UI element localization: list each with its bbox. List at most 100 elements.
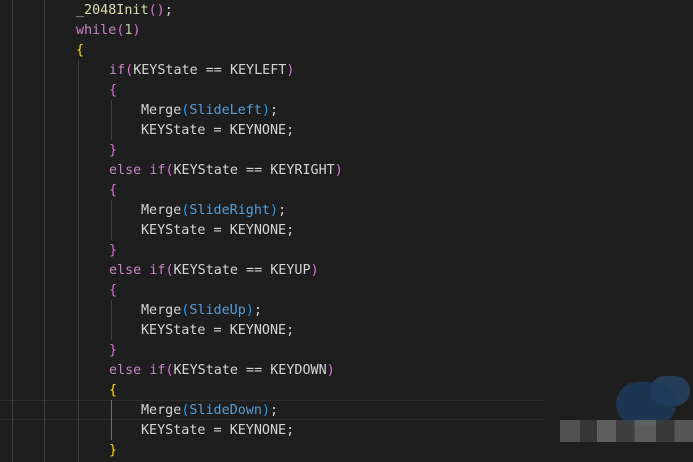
code-token: ; xyxy=(286,423,295,438)
code-token: KEYState xyxy=(141,223,206,238)
code-line[interactable]: { xyxy=(109,81,117,101)
code-token: KEYUP xyxy=(270,263,311,278)
code-line[interactable]: KEYState = KEYNONE; xyxy=(141,321,294,341)
code-token: ( xyxy=(165,263,174,278)
code-token: ) xyxy=(261,403,270,418)
indent-guide xyxy=(12,0,13,462)
code-token: } xyxy=(109,343,118,358)
code-token: if xyxy=(109,63,126,78)
code-token: ; xyxy=(270,403,279,418)
code-token: KEYLEFT xyxy=(229,63,287,78)
watermark-blurred-text xyxy=(560,420,693,442)
code-line[interactable]: } xyxy=(109,341,117,361)
code-token: } xyxy=(109,243,118,258)
indent-guide xyxy=(111,200,112,240)
code-token: ; xyxy=(164,3,173,18)
code-line[interactable]: } xyxy=(109,441,117,461)
code-line[interactable]: while(1) xyxy=(76,21,141,41)
code-token: ) xyxy=(156,3,165,18)
code-token: KEYState xyxy=(141,423,206,438)
code-line[interactable]: { xyxy=(109,281,117,301)
code-token: Merge xyxy=(141,303,182,318)
indent-guide xyxy=(78,60,79,462)
code-token: ) xyxy=(326,363,335,378)
code-token: KEYState xyxy=(173,163,239,178)
code-line[interactable]: { xyxy=(109,381,117,401)
code-token: { xyxy=(109,183,118,198)
code-token: else xyxy=(109,363,142,378)
code-line[interactable]: else if(KEYState == KEYDOWN) xyxy=(109,361,335,381)
code-token: while xyxy=(76,23,117,38)
code-token: SlideUp xyxy=(189,303,246,318)
code-token: ; xyxy=(286,123,295,138)
code-token: SlideDown xyxy=(189,403,262,418)
code-line[interactable]: Merge(SlideUp); xyxy=(141,301,262,321)
code-token: KEYState xyxy=(173,263,239,278)
code-token: KEYNONE xyxy=(229,123,287,138)
code-token: ; xyxy=(270,103,279,118)
code-token: = xyxy=(205,123,230,138)
code-token: == xyxy=(238,363,271,378)
code-token: KEYState xyxy=(141,123,206,138)
code-line[interactable]: _2048Init(); xyxy=(76,1,173,21)
code-line[interactable]: else if(KEYState == KEYRIGHT) xyxy=(109,161,343,181)
code-token: { xyxy=(109,83,118,98)
code-token: KEYState xyxy=(133,63,198,78)
code-token: ( xyxy=(165,363,174,378)
code-line[interactable]: Merge(SlideLeft); xyxy=(141,101,278,121)
code-token: if xyxy=(149,263,166,278)
code-token: ; xyxy=(253,303,262,318)
code-line[interactable]: KEYState = KEYNONE; xyxy=(141,121,294,141)
code-token: ; xyxy=(278,203,287,218)
code-line[interactable]: Merge(SlideDown); xyxy=(141,401,278,421)
code-token: SlideRight xyxy=(189,203,270,218)
code-token: KEYDOWN xyxy=(270,363,327,378)
code-line[interactable]: } xyxy=(109,241,117,261)
indent-guide xyxy=(111,100,112,140)
code-token: ) xyxy=(270,203,279,218)
code-token: ) xyxy=(310,263,319,278)
code-line[interactable]: else if(KEYState == KEYUP) xyxy=(109,261,319,281)
code-editor[interactable]: _2048Init(); while(1){if(KEYState == KEYL… xyxy=(0,0,693,462)
code-token: else xyxy=(109,163,142,178)
code-token: KEYState xyxy=(173,363,239,378)
code-token: ) xyxy=(261,103,270,118)
code-token: else xyxy=(109,263,142,278)
indent-guide xyxy=(111,300,112,340)
code-token: SlideLeft xyxy=(189,103,262,118)
code-token: == xyxy=(197,63,230,78)
indent-guide xyxy=(111,400,112,440)
code-token: KEYState xyxy=(141,323,206,338)
code-line[interactable]: KEYState = KEYNONE; xyxy=(141,221,294,241)
code-token: if xyxy=(149,363,166,378)
code-line[interactable]: } xyxy=(109,141,117,161)
code-token: ) xyxy=(286,63,295,78)
code-token: Merge xyxy=(141,203,182,218)
code-token: } xyxy=(109,443,118,458)
code-token: ) xyxy=(334,163,343,178)
code-token: ) xyxy=(245,303,254,318)
code-token: == xyxy=(238,163,271,178)
code-line[interactable]: { xyxy=(109,181,117,201)
code-token: { xyxy=(109,283,118,298)
code-token: _2048Init xyxy=(76,3,149,18)
code-token: KEYNONE xyxy=(229,423,287,438)
indent-guide xyxy=(44,0,45,462)
code-line[interactable]: KEYState = KEYNONE; xyxy=(141,421,294,441)
code-token: { xyxy=(109,383,118,398)
code-token: ( xyxy=(125,63,134,78)
code-token: ; xyxy=(286,223,295,238)
code-token: { xyxy=(76,43,85,58)
code-line[interactable]: if(KEYState == KEYLEFT) xyxy=(109,61,294,81)
code-line[interactable]: Merge(SlideRight); xyxy=(141,201,286,221)
code-line[interactable]: { xyxy=(76,41,84,61)
code-token: = xyxy=(205,423,230,438)
code-token: = xyxy=(205,323,230,338)
code-token: ( xyxy=(165,163,174,178)
code-token: if xyxy=(149,163,166,178)
code-token: = xyxy=(205,223,230,238)
code-token: ( xyxy=(148,3,157,18)
code-token: ) xyxy=(132,23,141,38)
code-token: KEYNONE xyxy=(229,223,287,238)
code-token: ; xyxy=(286,323,295,338)
